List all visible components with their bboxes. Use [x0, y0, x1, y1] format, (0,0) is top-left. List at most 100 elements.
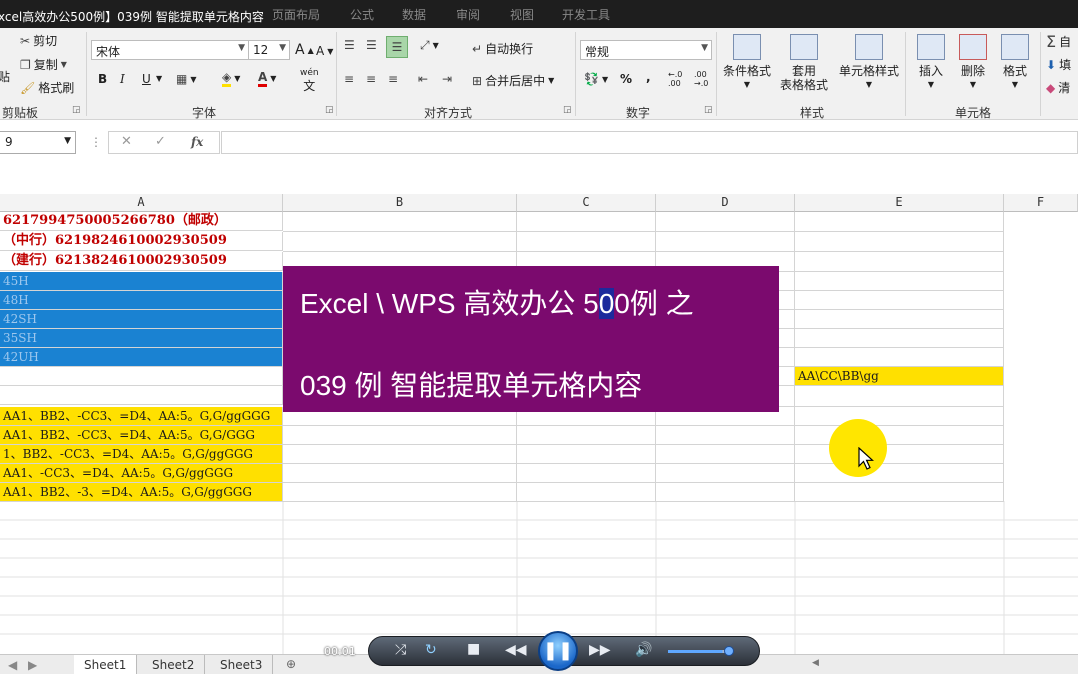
cell-d1[interactable]: [656, 212, 795, 232]
column-header-d[interactable]: D: [656, 194, 795, 212]
scroll-left-icon[interactable]: ◀: [8, 658, 17, 672]
italic-button[interactable]: I: [120, 72, 125, 86]
font-launcher-icon[interactable]: ◲: [325, 105, 334, 115]
cell-b13[interactable]: [283, 445, 517, 464]
currency-button[interactable]: 💱 ▼: [584, 72, 608, 86]
increase-indent-button[interactable]: ⇥: [442, 72, 452, 86]
column-header-f[interactable]: F: [1004, 194, 1078, 212]
cell-a1[interactable]: 6217994750005266780（邮政）: [0, 212, 283, 231]
cell-e12[interactable]: [795, 426, 1004, 445]
font-size-select[interactable]: 12 ▼: [248, 40, 290, 60]
align-top-button[interactable]: ☰: [344, 38, 355, 52]
align-middle-button[interactable]: ☰: [366, 38, 377, 52]
scroll-right-icon[interactable]: ▶: [28, 658, 37, 672]
bold-button[interactable]: B: [98, 72, 107, 86]
cell-e5[interactable]: [795, 291, 1004, 310]
fill-button[interactable]: ⬇ 填: [1046, 56, 1071, 73]
tab-developer[interactable]: 开发工具: [562, 6, 610, 23]
cell-c15[interactable]: [517, 483, 656, 502]
cell-d13[interactable]: [656, 445, 795, 464]
grow-font-button[interactable]: A ▲: [295, 42, 314, 58]
cell-c1[interactable]: [517, 212, 656, 232]
cell-b1[interactable]: [283, 212, 517, 232]
add-sheet-icon[interactable]: ⊕: [286, 657, 296, 671]
cell-c13[interactable]: [517, 445, 656, 464]
cell-e10[interactable]: [795, 386, 1004, 407]
cell-e15[interactable]: [795, 483, 1004, 502]
shrink-font-button[interactable]: A ▼: [316, 44, 333, 58]
insert-cells-button[interactable]: 插入 ▼: [912, 34, 950, 92]
sheet-tab-2[interactable]: Sheet2: [142, 655, 206, 674]
cell-c2[interactable]: [517, 232, 656, 252]
cell-a13[interactable]: 1、BB2、-CC3、=D4、AA:5。G,G/ggGGG: [0, 445, 283, 464]
clear-button[interactable]: ◆ 清: [1046, 79, 1070, 96]
volume-slider[interactable]: [668, 650, 732, 653]
increase-decimal-button[interactable]: ←.0 .00: [668, 70, 688, 88]
tab-view[interactable]: 视图: [510, 6, 534, 23]
cell-b15[interactable]: [283, 483, 517, 502]
cell-e11[interactable]: [795, 407, 1004, 426]
formula-bar-grip-icon[interactable]: ⋮: [90, 135, 102, 149]
formula-input[interactable]: [221, 131, 1078, 154]
autosum-button[interactable]: Σ自: [1046, 32, 1071, 51]
cell-d14[interactable]: [656, 464, 795, 483]
sheet-tab-3[interactable]: Sheet3: [210, 655, 274, 674]
cell-e4[interactable]: [795, 272, 1004, 291]
cell-a6[interactable]: 42SH: [0, 310, 283, 329]
cell-b2[interactable]: [283, 232, 517, 252]
enter-icon[interactable]: ✓: [155, 134, 166, 149]
cell-b12[interactable]: [283, 426, 517, 445]
column-header-a[interactable]: A: [0, 194, 283, 212]
next-icon[interactable]: ▶▶: [589, 642, 611, 658]
format-cells-button[interactable]: 格式 ▼: [996, 34, 1034, 92]
cell-e9[interactable]: AA\CC\BB\gg: [795, 367, 1004, 386]
volume-icon[interactable]: 🔊: [635, 642, 652, 658]
tab-formulas[interactable]: 公式: [350, 6, 374, 23]
cancel-icon[interactable]: ✕: [121, 134, 132, 149]
shuffle-icon[interactable]: ⤮: [395, 642, 406, 658]
name-box[interactable]: 9 ▼: [0, 131, 76, 154]
cell-e3[interactable]: [795, 252, 1004, 272]
wrap-text-button[interactable]: ↵ 自动换行: [472, 40, 533, 57]
cut-button[interactable]: ✂ 剪切: [20, 32, 57, 49]
cell-a14[interactable]: AA1、-CC3、=D4、AA:5。G,G/ggGGG: [0, 464, 283, 483]
cell-a10[interactable]: [0, 386, 283, 405]
cell-a12[interactable]: AA1、BB2、-CC3、=D4、AA:5。G,G/GGG: [0, 426, 283, 445]
cell-e1[interactable]: [795, 212, 1004, 232]
percent-button[interactable]: %: [620, 72, 632, 86]
repeat-icon[interactable]: ↻: [425, 642, 437, 658]
column-header-c[interactable]: C: [517, 194, 656, 212]
orientation-button[interactable]: ⤢ ▼: [420, 38, 439, 53]
format-as-table-button[interactable]: 套用 表格格式: [776, 34, 832, 92]
cell-a9[interactable]: [0, 367, 283, 386]
cell-e6[interactable]: [795, 310, 1004, 329]
cell-a2[interactable]: （中行）6219824610002930509: [0, 232, 283, 251]
cell-d12[interactable]: [656, 426, 795, 445]
underline-button[interactable]: U: [142, 72, 151, 86]
cell-e7[interactable]: [795, 329, 1004, 348]
phonetic-button[interactable]: wén 文: [300, 68, 319, 92]
cell-d15[interactable]: [656, 483, 795, 502]
tab-review[interactable]: 审阅: [456, 6, 480, 23]
cell-e14[interactable]: [795, 464, 1004, 483]
merge-center-button[interactable]: ⊞ 合并后居中 ▼: [472, 72, 554, 89]
decrease-decimal-button[interactable]: .00 →.0: [694, 70, 714, 88]
cell-e8[interactable]: [795, 348, 1004, 367]
cell-d2[interactable]: [656, 232, 795, 252]
insert-function-icon[interactable]: fx: [191, 135, 203, 149]
cell-c14[interactable]: [517, 464, 656, 483]
column-header-b[interactable]: B: [283, 194, 517, 212]
borders-button[interactable]: ▦ ▼: [176, 72, 197, 86]
alignment-launcher-icon[interactable]: ◲: [563, 105, 572, 115]
font-name-select[interactable]: 宋体 ▼: [91, 40, 249, 60]
cell-e13[interactable]: [795, 445, 1004, 464]
hscroll-left-icon[interactable]: ◀: [812, 658, 819, 668]
format-painter-button[interactable]: 🖌 格式刷: [20, 79, 74, 96]
clipboard-launcher-icon[interactable]: ◲: [72, 105, 81, 115]
align-right-button[interactable]: ≡: [388, 72, 398, 86]
cell-a5[interactable]: 48H: [0, 291, 283, 310]
tab-data[interactable]: 数据: [402, 6, 426, 23]
number-launcher-icon[interactable]: ◲: [704, 105, 713, 115]
align-bottom-button[interactable]: ☰: [386, 36, 408, 58]
cell-a8[interactable]: 42UH: [0, 348, 283, 367]
